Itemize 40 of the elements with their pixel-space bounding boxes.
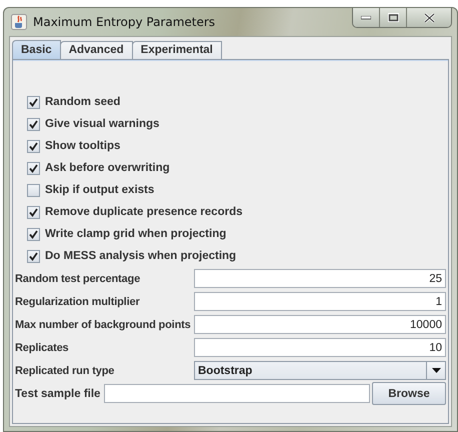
browse-button[interactable]: Browse [372, 382, 446, 405]
checkbox-label: Write clamp grid when projecting [45, 228, 226, 240]
checkbox[interactable] [27, 96, 40, 108]
minimize-button[interactable] [353, 8, 380, 27]
tab[interactable]: Basic [12, 40, 61, 59]
maximize-button[interactable] [380, 8, 407, 27]
tab[interactable]: Advanced [60, 41, 133, 59]
input-field[interactable]: 1 [194, 292, 446, 311]
close-icon [424, 12, 434, 22]
field-label: Replicated run type [14, 364, 116, 376]
checkbox[interactable] [27, 118, 40, 130]
close-button[interactable] [407, 8, 451, 27]
input-field[interactable]: 25 [194, 269, 446, 288]
checkbox[interactable] [27, 162, 40, 174]
checkbox[interactable] [27, 140, 40, 152]
field-label: Max number of background points [14, 318, 192, 330]
checkbox[interactable] [27, 250, 40, 262]
checkbox-label: Ask before overwriting [45, 162, 170, 174]
input-field[interactable] [104, 384, 370, 403]
input-field[interactable]: 10 [194, 338, 446, 357]
dropdown[interactable]: Bootstrap [194, 361, 446, 380]
checkbox[interactable] [27, 228, 40, 240]
input-field[interactable]: 10000 [194, 315, 446, 334]
checkbox[interactable] [27, 184, 40, 196]
checkbox-label: Skip if output exists [45, 184, 154, 196]
checkbox-label: Give visual warnings [45, 118, 160, 130]
checkbox-label: Do MESS analysis when projecting [45, 250, 236, 262]
minimize-icon [361, 16, 371, 20]
field-label: Regularization multiplier [14, 296, 141, 308]
field-label: Replicates [14, 342, 70, 354]
checkbox-label: Remove duplicate presence records [45, 206, 242, 218]
tab[interactable]: Experimental [132, 41, 222, 59]
field-label: Random test percentage [14, 272, 142, 284]
checkbox-label: Show tooltips [45, 140, 120, 152]
window-title: Maximum Entropy Parameters [33, 15, 216, 29]
maximize-icon [388, 13, 398, 22]
checkbox-label: Random seed [45, 96, 120, 108]
field-label: Test sample file [14, 388, 100, 400]
checkbox[interactable] [27, 206, 40, 218]
coffee-cup-icon [11, 14, 27, 30]
